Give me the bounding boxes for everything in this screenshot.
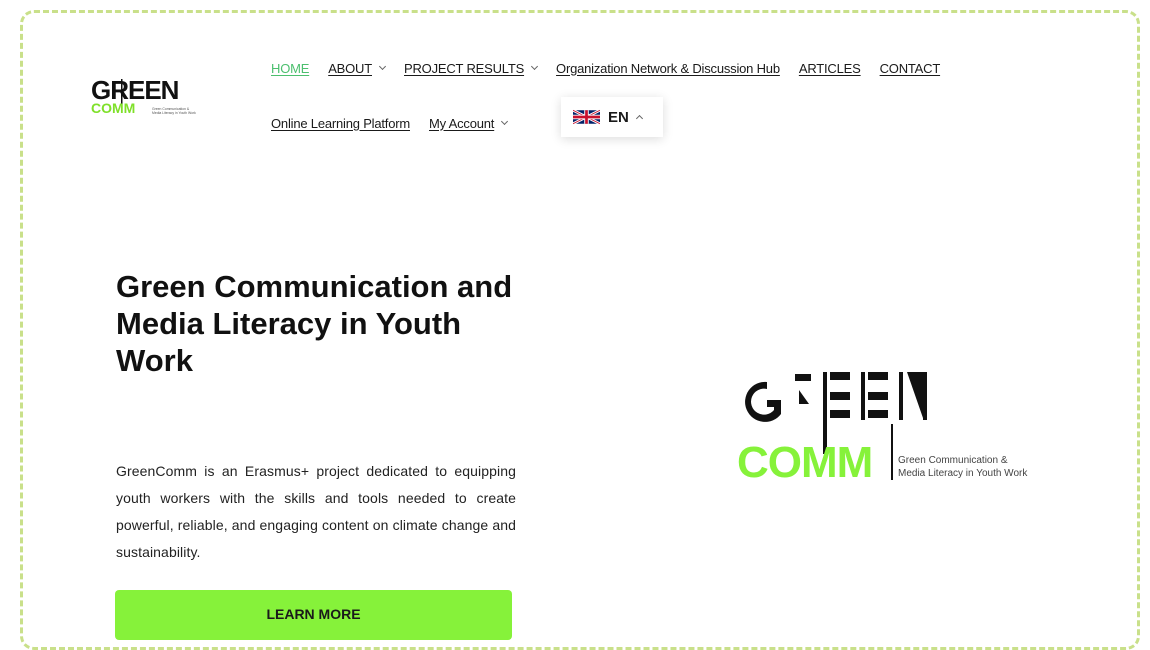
- nav-articles[interactable]: ARTICLES: [799, 61, 861, 76]
- nav-learning-platform[interactable]: Online Learning Platform: [271, 116, 410, 131]
- nav-home[interactable]: HOME: [271, 61, 309, 76]
- hero-logo-divider: [891, 424, 893, 480]
- hero-logo-tagline-line1: Green Communication &: [898, 455, 1008, 466]
- site-logo[interactable]: GREEN COMM Green Communication & Media L…: [91, 78, 216, 126]
- nav-row-primary: HOME ABOUT PROJECT RESULTS Organization …: [271, 58, 1031, 78]
- logo-tagline-line2: Media Literacy in Youth Work: [152, 111, 196, 115]
- nav-contact[interactable]: CONTACT: [880, 61, 941, 76]
- learn-more-button[interactable]: LEARN MORE: [115, 590, 512, 640]
- nav-project-results[interactable]: PROJECT RESULTS: [404, 60, 539, 76]
- uk-flag-icon: [573, 109, 600, 125]
- hero-logo: COMM Green Communication & Media Literac…: [737, 372, 1028, 482]
- hero-logo-tagline-line2: Media Literacy in Youth Work: [898, 468, 1028, 479]
- chevron-down-icon: [501, 117, 509, 125]
- nav-my-account[interactable]: My Account: [429, 115, 509, 131]
- logo-word-comm: COMM: [91, 100, 135, 116]
- chevron-down-icon: [531, 62, 539, 70]
- hero-description: GreenComm is an Erasmus+ project dedicat…: [116, 463, 516, 560]
- nav-network-hub[interactable]: Organization Network & Discussion Hub: [556, 61, 780, 76]
- chevron-up-icon: [635, 114, 643, 123]
- hero-logo-word-comm: COMM: [737, 438, 872, 482]
- nav-project-results-label: PROJECT RESULTS: [404, 60, 525, 76]
- language-switcher[interactable]: EN: [561, 97, 663, 137]
- language-code: EN: [608, 108, 629, 126]
- nav-about[interactable]: ABOUT: [328, 60, 387, 76]
- nav-my-account-label: My Account: [429, 115, 495, 131]
- nav-about-label: ABOUT: [328, 60, 372, 76]
- hero-title: Green Communication and Media Literacy i…: [116, 269, 513, 378]
- chevron-down-icon: [378, 62, 387, 70]
